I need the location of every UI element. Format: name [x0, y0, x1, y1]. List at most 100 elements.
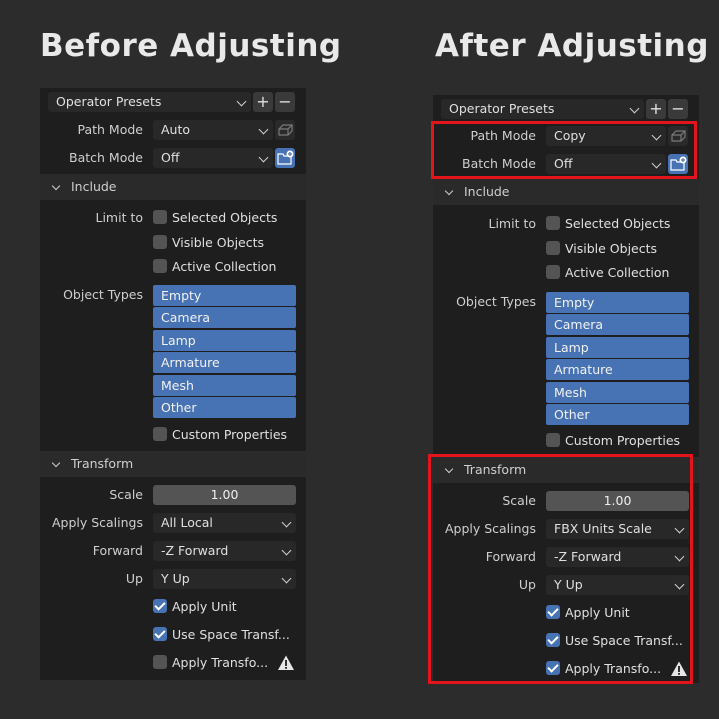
apply-unit-checkbox[interactable]: [153, 599, 167, 613]
chevron-down-icon: [51, 181, 61, 191]
scale-label: Scale: [109, 487, 143, 502]
pack-file-icon[interactable]: [275, 120, 295, 140]
visible-objects-checkbox[interactable]: [153, 235, 167, 249]
operator-presets-dropdown[interactable]: Operator Presets: [48, 92, 251, 112]
type-lamp-toggle[interactable]: Lamp: [153, 329, 296, 351]
batch-mode-label: Batch Mode: [69, 150, 143, 165]
type-camera-toggle[interactable]: Camera: [153, 307, 296, 329]
selected-objects-checkbox[interactable]: [546, 216, 560, 230]
selected-objects-label: Selected Objects: [565, 216, 671, 231]
chevron-down-icon: [444, 186, 454, 196]
presets-row: Operator Presets + −: [433, 95, 699, 119]
use-space-row: Use Space Transf...: [40, 623, 306, 647]
scale-row: Scale 1.00: [40, 483, 306, 507]
custom-properties-checkbox[interactable]: [153, 427, 167, 441]
apply-transform-label: Apply Transfo...: [172, 655, 269, 670]
remove-preset-button[interactable]: −: [668, 99, 688, 119]
type-armature-toggle[interactable]: Armature: [153, 352, 296, 374]
selected-objects-label: Selected Objects: [172, 210, 278, 225]
type-mesh-toggle[interactable]: Mesh: [153, 374, 296, 396]
batch-mode-row: Batch Mode Off: [40, 146, 306, 170]
forward-row: Forward -Z Forward: [40, 539, 306, 563]
operator-presets-dropdown[interactable]: Operator Presets: [441, 99, 644, 119]
visible-objects-checkbox[interactable]: [546, 241, 560, 255]
limit-to-label: Limit to: [95, 210, 143, 225]
include-section-header[interactable]: Include: [40, 174, 306, 200]
visible-objects-label: Visible Objects: [172, 235, 265, 250]
transform-highlight-box: [428, 454, 693, 684]
up-row: Up Y Up: [40, 567, 306, 591]
chevron-down-icon: [281, 545, 292, 556]
object-types-label: Object Types: [456, 294, 536, 309]
custom-properties-checkbox[interactable]: [546, 433, 560, 447]
include-title: Include: [464, 184, 510, 199]
transform-section-header[interactable]: Transform: [40, 451, 306, 477]
type-lamp-toggle[interactable]: Lamp: [546, 336, 689, 358]
apply-unit-row: Apply Unit: [40, 595, 306, 619]
active-collection-label: Active Collection: [565, 265, 670, 280]
custom-properties-label: Custom Properties: [565, 433, 681, 448]
limit-visible-row: Visible Objects: [40, 231, 306, 255]
before-export-panel: Operator Presets + − Path Mode Auto Batc…: [40, 88, 306, 680]
limit-collection-row: Active Collection: [433, 261, 699, 285]
chevron-down-icon: [629, 103, 640, 114]
limit-to-label: Limit to: [488, 216, 536, 231]
operator-presets-label: Operator Presets: [449, 101, 555, 116]
scale-field[interactable]: 1.00: [153, 485, 296, 505]
type-mesh-toggle[interactable]: Mesh: [546, 381, 689, 403]
custom-properties-label: Custom Properties: [172, 427, 288, 442]
apply-transform-row: Apply Transfo...: [40, 651, 306, 675]
active-collection-checkbox[interactable]: [153, 259, 167, 273]
warning-icon: [277, 654, 295, 672]
type-empty-toggle[interactable]: Empty: [153, 285, 296, 306]
object-types-list: Empty Camera Lamp Armature Mesh Other: [153, 285, 296, 419]
include-title: Include: [71, 179, 117, 194]
up-value: Y Up: [161, 571, 190, 586]
apply-scalings-row: Apply Scalings All Local: [40, 511, 306, 535]
object-types-list: Empty Camera Lamp Armature Mesh Other: [546, 292, 689, 426]
before-heading: Before Adjusting: [40, 28, 342, 64]
batch-mode-dropdown[interactable]: Off: [153, 148, 273, 168]
use-space-transform-checkbox[interactable]: [153, 627, 167, 641]
apply-scalings-dropdown[interactable]: All Local: [153, 513, 296, 533]
forward-label: Forward: [92, 543, 143, 558]
apply-unit-label: Apply Unit: [172, 599, 237, 614]
type-other-toggle[interactable]: Other: [153, 396, 296, 418]
limit-visible-row: Visible Objects: [433, 237, 699, 261]
path-batch-highlight-box: [431, 121, 697, 179]
apply-scalings-value: All Local: [161, 515, 213, 530]
custom-properties-row: Custom Properties: [40, 423, 306, 447]
chevron-down-icon: [258, 152, 269, 163]
remove-preset-button[interactable]: −: [275, 92, 295, 112]
limit-selected-row: Limit to Selected Objects: [433, 212, 699, 236]
forward-value: -Z Forward: [161, 543, 229, 558]
forward-dropdown[interactable]: -Z Forward: [153, 541, 296, 561]
type-camera-toggle[interactable]: Camera: [546, 314, 689, 336]
selected-objects-checkbox[interactable]: [153, 210, 167, 224]
up-label: Up: [125, 571, 143, 586]
add-preset-button[interactable]: +: [646, 99, 666, 119]
type-armature-toggle[interactable]: Armature: [546, 359, 689, 381]
path-mode-label: Path Mode: [77, 122, 144, 137]
chevron-down-icon: [281, 517, 292, 528]
operator-presets-label: Operator Presets: [56, 94, 162, 109]
active-collection-checkbox[interactable]: [546, 265, 560, 279]
custom-properties-row: Custom Properties: [433, 429, 699, 453]
chevron-down-icon: [281, 573, 292, 584]
chevron-down-icon: [51, 458, 61, 468]
limit-selected-row: Limit to Selected Objects: [40, 206, 306, 230]
path-mode-row: Path Mode Auto: [40, 118, 306, 142]
active-collection-label: Active Collection: [172, 259, 277, 274]
batch-mode-value: Off: [161, 150, 180, 165]
limit-collection-row: Active Collection: [40, 255, 306, 279]
type-other-toggle[interactable]: Other: [546, 403, 689, 425]
include-section-header[interactable]: Include: [433, 179, 699, 205]
type-empty-toggle[interactable]: Empty: [546, 292, 689, 313]
path-mode-dropdown[interactable]: Auto: [153, 120, 273, 140]
new-folder-icon[interactable]: [275, 148, 295, 168]
apply-transform-checkbox[interactable]: [153, 655, 167, 669]
up-dropdown[interactable]: Y Up: [153, 569, 296, 589]
add-preset-button[interactable]: +: [253, 92, 273, 112]
use-space-transform-label: Use Space Transf...: [172, 627, 290, 642]
chevron-down-icon: [236, 96, 247, 107]
